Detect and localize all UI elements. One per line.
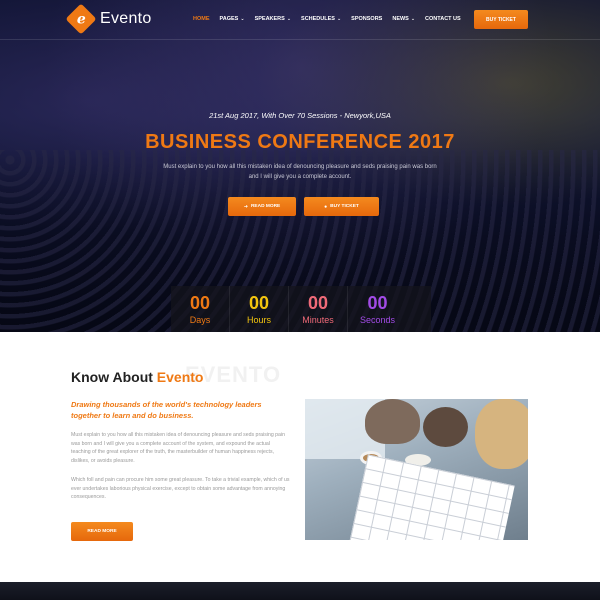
countdown-label: Days — [189, 315, 211, 325]
countdown-minutes: 00 Minutes — [289, 286, 348, 332]
nav-item-home[interactable]: HOME — [193, 16, 210, 22]
next-section-strip — [0, 582, 600, 600]
photo-person — [365, 399, 420, 444]
logo-mark-icon: e — [65, 3, 97, 35]
nav-item-label: SPEAKERS — [254, 16, 285, 22]
nav-item-schedules[interactable]: SCHEDULES ⌄ — [301, 16, 341, 22]
photo-calendar — [349, 454, 515, 540]
read-more-button-hero[interactable]: ➜ READ MORE — [228, 197, 296, 216]
brand-name: Evento — [100, 10, 152, 27]
nav-item-label: SPONSORS — [351, 16, 383, 22]
read-more-button-about[interactable]: READ MORE — [71, 522, 133, 541]
nav-item-news[interactable]: NEWS ⌄ — [392, 16, 415, 22]
countdown-label: Seconds — [359, 315, 396, 325]
chevron-down-icon: ⌄ — [286, 16, 292, 22]
hero-date-line: 21st Aug 2017, With Over 70 Sessions - N… — [209, 111, 391, 120]
nav-item-label: PAGES — [219, 16, 239, 22]
read-more-label: READ MORE — [250, 204, 281, 209]
nav-item-contact-us[interactable]: CONTACT US — [425, 16, 461, 22]
hero-buttons: ➜ READ MORE ● BUY TICKET — [228, 197, 379, 216]
about-paragraph-1: Must explain to you how all this mistake… — [71, 432, 285, 464]
nav-item-pages[interactable]: PAGES ⌄ — [220, 16, 245, 22]
chevron-down-icon: ⌄ — [240, 16, 245, 22]
countdown-value: 00 — [248, 293, 270, 313]
chevron-down-icon: ⌄ — [410, 16, 416, 22]
about-heading-prefix: Know About — [71, 369, 157, 385]
main-nav: HOME PAGES ⌄ SPEAKERS ⌄ SCHEDULES ⌄ SPON… — [193, 16, 471, 22]
countdown-hours: 00 Hours — [230, 286, 289, 332]
countdown-value: 00 — [367, 293, 388, 313]
photo-person — [423, 407, 468, 447]
nav-item-label: SCHEDULES — [301, 16, 335, 22]
countdown-seconds: 00 Seconds — [348, 286, 407, 332]
nav-item-label: CONTACT US — [425, 16, 461, 22]
photo-person — [475, 399, 528, 469]
nav-item-label: HOME — [193, 16, 210, 22]
about-heading: Know About Evento — [71, 369, 203, 385]
countdown-value: 00 — [307, 293, 329, 313]
buy-ticket-label: BUY TICKET — [330, 204, 359, 209]
nav-item-label: NEWS — [392, 16, 409, 22]
hero-title: BUSINESS CONFERENCE 2017 — [145, 131, 455, 153]
about-lead-text: Drawing thousands of the world's technol… — [71, 400, 262, 420]
countdown-value: 00 — [189, 293, 211, 313]
nav-item-sponsors[interactable]: SPONSORS — [351, 16, 382, 22]
about-heading-accent: Evento — [156, 369, 204, 385]
about-paragraph-2: Which foll and pain can procure him some… — [71, 477, 290, 500]
nav-item-speakers[interactable]: SPEAKERS ⌄ — [255, 16, 291, 22]
arrow-circle-icon: ➜ — [243, 203, 248, 210]
top-navigation-bar: e Evento HOME PAGES ⌄ SPEAKERS ⌄ SCHEDUL… — [0, 0, 600, 40]
countdown-timer: 00 Days 00 Hours 00 Minutes 00 Seconds — [171, 286, 431, 332]
countdown-days: 00 Days — [171, 286, 230, 332]
about-section: EVENTO Know About Evento Drawing thousan… — [0, 332, 600, 582]
brand-logo[interactable]: e Evento — [65, 3, 152, 35]
countdown-label: Minutes — [302, 315, 334, 325]
buy-ticket-button-hero[interactable]: ● BUY TICKET — [304, 197, 379, 216]
chevron-down-icon: ⌄ — [336, 16, 342, 22]
about-photo — [305, 399, 528, 540]
buy-ticket-button-header[interactable]: BUY TICKET — [474, 10, 528, 29]
ticket-circle-icon: ● — [324, 203, 328, 210]
hero-section: e Evento HOME PAGES ⌄ SPEAKERS ⌄ SCHEDUL… — [0, 0, 600, 332]
logo-letter: e — [76, 10, 86, 27]
countdown-label: Hours — [246, 315, 271, 325]
hero-description: Must explain to you how all this mistake… — [163, 164, 437, 180]
